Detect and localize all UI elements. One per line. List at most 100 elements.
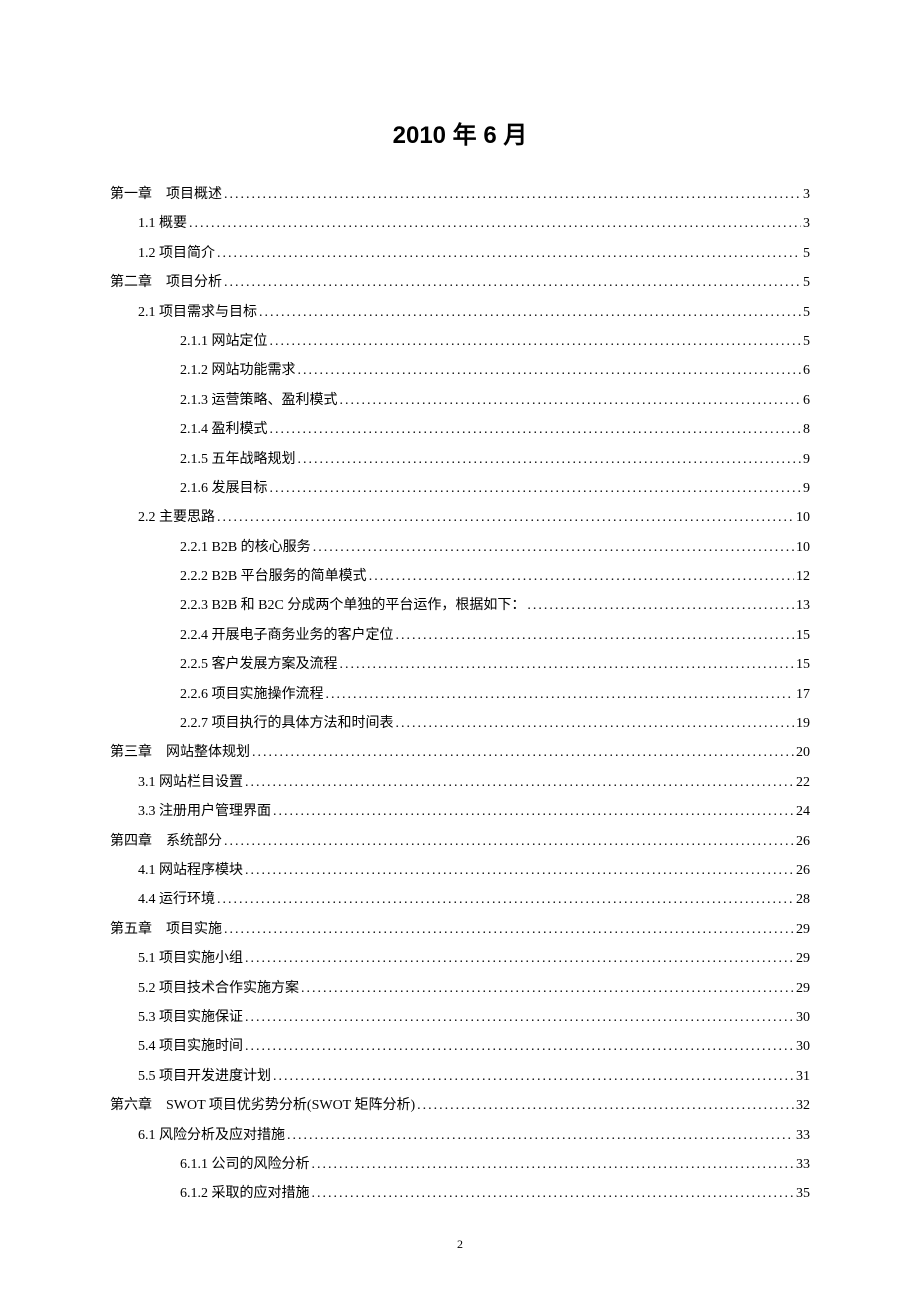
toc-entry-page: 20 bbox=[796, 738, 810, 767]
toc-entry-page: 19 bbox=[796, 709, 810, 738]
toc-entry[interactable]: 2.2.2 B2B 平台服务的简单模式12 bbox=[110, 562, 810, 591]
toc-leader-dots bbox=[312, 1179, 795, 1208]
toc-entry-page: 6 bbox=[803, 356, 810, 385]
toc-leader-dots bbox=[298, 356, 802, 385]
toc-entry[interactable]: 2.2.6 项目实施操作流程17 bbox=[110, 680, 810, 709]
toc-entry[interactable]: 1.1 概要3 bbox=[110, 209, 810, 238]
toc-entry-label: 2.2 主要思路 bbox=[138, 503, 215, 532]
toc-entry-page: 5 bbox=[803, 298, 810, 327]
toc-entry-label: 4.1 网站程序模块 bbox=[138, 856, 243, 885]
toc-entry[interactable]: 4.4 运行环境28 bbox=[110, 885, 810, 914]
toc-entry-page: 30 bbox=[796, 1032, 810, 1061]
toc-entry[interactable]: 6.1.2 采取的应对措施35 bbox=[110, 1179, 810, 1208]
toc-entry[interactable]: 2.1.1 网站定位5 bbox=[110, 327, 810, 356]
toc-entry-label: 2.2.1 B2B 的核心服务 bbox=[180, 533, 311, 562]
toc-leader-dots bbox=[245, 1032, 794, 1061]
toc-leader-dots bbox=[417, 1091, 794, 1120]
toc-entry[interactable]: 2.1.5 五年战略规划9 bbox=[110, 445, 810, 474]
toc-leader-dots bbox=[270, 415, 802, 444]
toc-leader-dots bbox=[245, 1003, 794, 1032]
toc-leader-dots bbox=[270, 474, 802, 503]
toc-leader-dots bbox=[396, 709, 795, 738]
toc-entry-label: 2.1.6 发展目标 bbox=[180, 474, 268, 503]
toc-entry-page: 29 bbox=[796, 915, 810, 944]
toc-entry-label: 第三章 网站整体规划 bbox=[110, 738, 250, 767]
toc-entry[interactable]: 3.1 网站栏目设置22 bbox=[110, 768, 810, 797]
document-page: 2010 年 6 月 第一章 项目概述31.1 概要31.2 项目简介5第二章 … bbox=[0, 0, 920, 1249]
toc-leader-dots bbox=[326, 680, 795, 709]
toc-entry[interactable]: 第三章 网站整体规划 20 bbox=[110, 738, 810, 767]
toc-entry-page: 29 bbox=[796, 974, 810, 1003]
toc-entry[interactable]: 2.2.1 B2B 的核心服务 10 bbox=[110, 533, 810, 562]
toc-entry[interactable]: 6.1 风险分析及应对措施 33 bbox=[110, 1121, 810, 1150]
toc-entry[interactable]: 第六章 SWOT 项目优劣势分析(SWOT 矩阵分析) 32 bbox=[110, 1091, 810, 1120]
page-title: 2010 年 6 月 bbox=[110, 115, 810, 150]
toc-entry-page: 33 bbox=[796, 1150, 810, 1179]
toc-entry[interactable]: 5.3 项目实施保证30 bbox=[110, 1003, 810, 1032]
toc-leader-dots bbox=[245, 944, 794, 973]
toc-entry[interactable]: 4.1 网站程序模块 26 bbox=[110, 856, 810, 885]
toc-entry-page: 26 bbox=[796, 856, 810, 885]
toc-entry[interactable]: 2.1.3 运营策略、盈利模式6 bbox=[110, 386, 810, 415]
toc-entry-label: 2.1.5 五年战略规划 bbox=[180, 445, 296, 474]
toc-entry-label: 第五章 项目实施 bbox=[110, 915, 222, 944]
toc-entry[interactable]: 3.3 注册用户管理界面24 bbox=[110, 797, 810, 826]
toc-leader-dots bbox=[340, 650, 795, 679]
toc-entry[interactable]: 2.1.2 网站功能需求6 bbox=[110, 356, 810, 385]
toc-leader-dots bbox=[252, 738, 794, 767]
toc-entry[interactable]: 5.5 项目开发进度计划31 bbox=[110, 1062, 810, 1091]
toc-entry[interactable]: 2.2.5 客户发展方案及流程15 bbox=[110, 650, 810, 679]
toc-entry[interactable]: 第四章 系统部分26 bbox=[110, 827, 810, 856]
table-of-contents: 第一章 项目概述31.1 概要31.2 项目简介5第二章 项目分析52.1 项目… bbox=[110, 180, 810, 1209]
toc-entry[interactable]: 第五章 项目实施 29 bbox=[110, 915, 810, 944]
toc-entry-page: 15 bbox=[796, 650, 810, 679]
toc-entry-label: 5.1 项目实施小组 bbox=[138, 944, 243, 973]
toc-leader-dots bbox=[298, 445, 802, 474]
toc-entry-label: 2.1 项目需求与目标 bbox=[138, 298, 257, 327]
toc-entry[interactable]: 2.1.4 盈利模式8 bbox=[110, 415, 810, 444]
toc-entry-label: 5.2 项目技术合作实施方案 bbox=[138, 974, 299, 1003]
toc-leader-dots bbox=[270, 327, 802, 356]
toc-leader-dots bbox=[340, 386, 802, 415]
toc-entry-label: 6.1 风险分析及应对措施 bbox=[138, 1121, 285, 1150]
toc-entry-page: 5 bbox=[803, 268, 810, 297]
toc-entry[interactable]: 2.2.7 项目执行的具体方法和时间表 19 bbox=[110, 709, 810, 738]
toc-entry[interactable]: 2.2.3 B2B 和 B2C 分成两个单独的平台运作，根据如下： 13 bbox=[110, 591, 810, 620]
toc-entry-page: 10 bbox=[796, 503, 810, 532]
toc-entry-page: 26 bbox=[796, 827, 810, 856]
toc-leader-dots bbox=[369, 562, 794, 591]
toc-entry-label: 6.1.2 采取的应对措施 bbox=[180, 1179, 310, 1208]
page-number: 2 bbox=[0, 1237, 920, 1252]
toc-entry[interactable]: 5.2 项目技术合作实施方案 29 bbox=[110, 974, 810, 1003]
toc-entry-page: 13 bbox=[796, 591, 810, 620]
toc-entry[interactable]: 6.1.1 公司的风险分析33 bbox=[110, 1150, 810, 1179]
toc-leader-dots bbox=[189, 209, 801, 238]
toc-entry[interactable]: 5.1 项目实施小组29 bbox=[110, 944, 810, 973]
toc-entry[interactable]: 第二章 项目分析 5 bbox=[110, 268, 810, 297]
toc-leader-dots bbox=[287, 1121, 794, 1150]
toc-leader-dots bbox=[245, 856, 794, 885]
toc-entry-label: 2.2.3 B2B 和 B2C 分成两个单独的平台运作，根据如下： bbox=[180, 591, 525, 620]
toc-entry-page: 10 bbox=[796, 533, 810, 562]
toc-leader-dots bbox=[273, 797, 794, 826]
toc-entry-label: 第二章 项目分析 bbox=[110, 268, 222, 297]
toc-entry[interactable]: 2.1 项目需求与目标 5 bbox=[110, 298, 810, 327]
toc-leader-dots bbox=[312, 1150, 795, 1179]
toc-entry[interactable]: 2.2 主要思路 10 bbox=[110, 503, 810, 532]
toc-entry-page: 15 bbox=[796, 621, 810, 650]
toc-entry-label: 2.2.4 开展电子商务业务的客户定位 bbox=[180, 621, 394, 650]
toc-entry-label: 2.2.7 项目执行的具体方法和时间表 bbox=[180, 709, 394, 738]
toc-entry[interactable]: 2.2.4 开展电子商务业务的客户定位 15 bbox=[110, 621, 810, 650]
toc-entry-label: 2.1.1 网站定位 bbox=[180, 327, 268, 356]
toc-entry[interactable]: 第一章 项目概述3 bbox=[110, 180, 810, 209]
toc-entry-label: 4.4 运行环境 bbox=[138, 885, 215, 914]
toc-entry-page: 33 bbox=[796, 1121, 810, 1150]
toc-entry-page: 12 bbox=[796, 562, 810, 591]
toc-entry-page: 22 bbox=[796, 768, 810, 797]
toc-entry[interactable]: 1.2 项目简介5 bbox=[110, 239, 810, 268]
toc-entry[interactable]: 2.1.6 发展目标9 bbox=[110, 474, 810, 503]
toc-entry[interactable]: 5.4 项目实施时间30 bbox=[110, 1032, 810, 1061]
toc-entry-label: 第六章 SWOT 项目优劣势分析(SWOT 矩阵分析) bbox=[110, 1091, 415, 1120]
toc-entry-page: 32 bbox=[796, 1091, 810, 1120]
toc-entry-label: 5.5 项目开发进度计划 bbox=[138, 1062, 271, 1091]
